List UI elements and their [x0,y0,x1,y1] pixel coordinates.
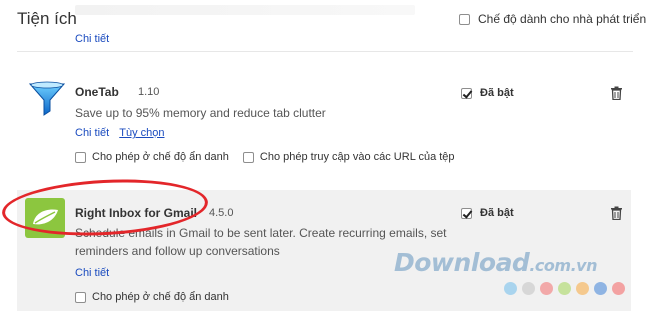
watermark-brand: Download [394,248,530,277]
developer-mode-checkbox[interactable] [459,13,470,25]
trash-icon[interactable] [610,206,623,220]
watermark-dot [522,282,535,295]
download-watermark: Download.com.vn [394,248,597,277]
enabled-toggle[interactable]: Đã bật [461,87,514,99]
trash-icon[interactable] [610,86,623,100]
developer-mode-toggle[interactable]: Chế độ dành cho nhà phát triển [459,12,646,26]
extension-name: OneTab [75,85,119,99]
extension-version: 1.10 [138,86,160,98]
developer-mode-label: Chế độ dành cho nhà phát triển [478,12,647,26]
previous-extension-description-cutoff [75,5,415,15]
description-line: reminders and follow up conversations [75,244,280,258]
watermark-dots [504,282,625,295]
description-line: Schedule emails in Gmail to be sent late… [75,226,447,240]
options-link[interactable]: Tùy chọn [119,127,164,139]
allow-incognito-label: Cho phép ở chế độ ẩn danh [92,291,229,303]
allow-incognito-checkbox[interactable] [75,291,86,303]
watermark-dot [594,282,607,295]
watermark-dot [540,282,553,295]
enabled-label: Đã bật [480,207,514,219]
page-title: Tiện ích [17,9,77,28]
watermark-dot [504,282,517,295]
allow-incognito-option[interactable]: Cho phép ở chế độ ẩn danh [75,151,229,163]
allow-file-urls-checkbox[interactable] [242,151,254,163]
allow-file-urls-label: Cho phép truy cập vào các URL của tệp [259,151,455,163]
extension-description: Schedule emails in Gmail to be sent late… [75,224,447,260]
extension-description: Save up to 95% memory and reduce tab clu… [75,106,326,120]
watermark-dot [558,282,571,295]
enabled-toggle[interactable]: Đã bật [461,207,514,219]
watermark-suffix: .com.vn [529,256,597,275]
extension-version: 4.5.0 [209,207,234,219]
watermark-dot [576,282,589,295]
onetab-funnel-icon [28,81,66,116]
previous-extension-details-link[interactable]: Chi tiết [75,33,109,45]
divider [17,51,633,52]
details-link[interactable]: Chi tiết [75,127,109,139]
enabled-checkbox[interactable] [461,207,472,219]
details-link[interactable]: Chi tiết [75,267,109,279]
right-inbox-leaf-icon [25,198,65,238]
enabled-checkbox[interactable] [461,87,472,99]
extension-name: Right Inbox for Gmail [75,206,197,220]
allow-incognito-option[interactable]: Cho phép ở chế độ ẩn danh [75,291,229,303]
allow-incognito-checkbox[interactable] [75,151,86,163]
enabled-label: Đã bật [480,87,514,99]
allow-file-urls-option[interactable]: Cho phép truy cập vào các URL của tệp [242,151,455,163]
allow-incognito-label: Cho phép ở chế độ ẩn danh [92,151,229,163]
extension-card-onetab: OneTab 1.10 Save up to 95% memory and re… [17,70,631,180]
watermark-dot [612,282,625,295]
